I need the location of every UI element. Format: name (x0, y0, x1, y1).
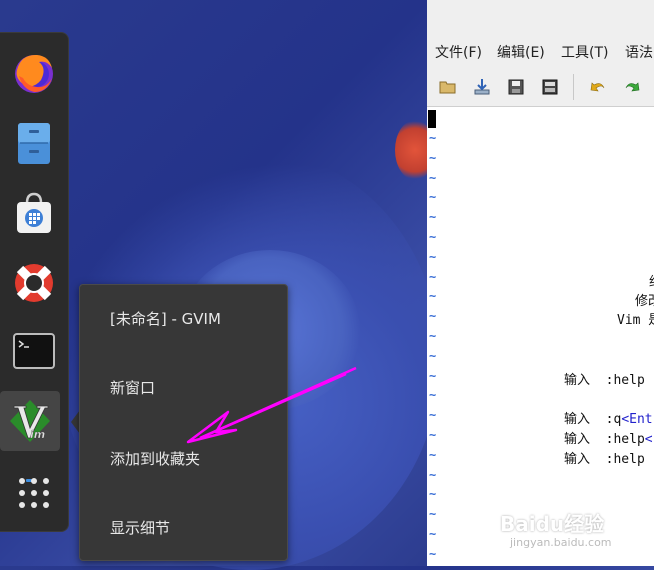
watermark-url: jingyan.baidu.com (510, 536, 612, 549)
watermark: Baidu经验 (500, 512, 605, 536)
annotation-arrow (186, 366, 357, 444)
